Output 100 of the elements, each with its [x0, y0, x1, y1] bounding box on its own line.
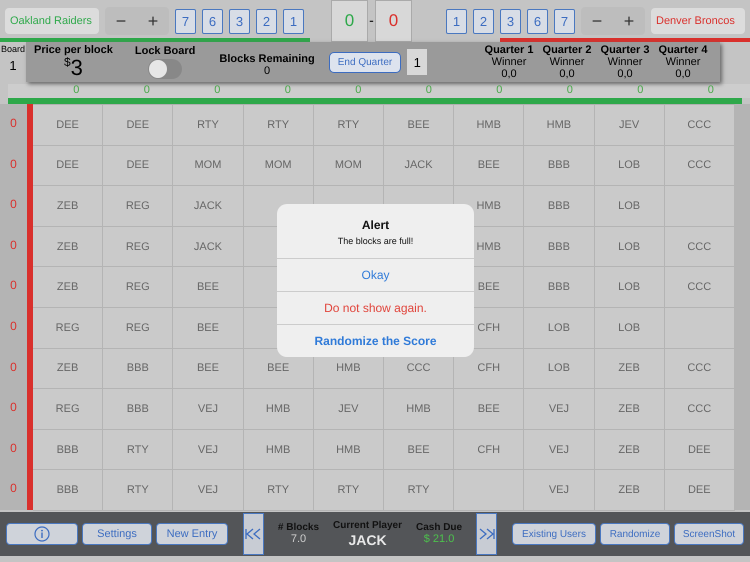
block-cell[interactable]: ZEB	[594, 430, 665, 470]
digit-button[interactable]: 6	[527, 8, 548, 34]
alert-action[interactable]: Do not show again.	[277, 291, 474, 324]
minus-button[interactable]: −	[581, 7, 613, 35]
block-cell[interactable]: REG	[33, 308, 104, 349]
block-cell[interactable]: ZEB	[594, 348, 665, 390]
block-cell[interactable]: DEE	[33, 105, 104, 146]
block-cell[interactable]: MOM	[314, 146, 384, 186]
block-cell[interactable]: BEE	[173, 308, 244, 349]
block-cell[interactable]: DEE	[103, 146, 174, 186]
block-cell[interactable]: LOB	[594, 146, 665, 186]
block-cell[interactable]: CCC	[664, 226, 735, 268]
block-cell[interactable]: BEE	[454, 389, 524, 430]
block-cell[interactable]: ZEB	[33, 348, 104, 390]
block-cell[interactable]: BEE	[384, 430, 454, 470]
block-cell[interactable]: HMB	[454, 105, 524, 146]
block-cell[interactable]: CFH	[454, 348, 524, 390]
block-cell[interactable]: CCC	[664, 389, 735, 430]
block-cell[interactable]: REG	[33, 389, 104, 430]
block-cell[interactable]: JACK	[384, 146, 454, 186]
end-quarter-button[interactable]: End Quarter	[328, 52, 402, 72]
block-cell[interactable]: BEE	[173, 348, 244, 390]
toolbar-button[interactable]: Randomize	[600, 523, 670, 545]
digit-button[interactable]: 1	[283, 8, 304, 34]
block-cell[interactable]: LOB	[524, 348, 594, 390]
info-button[interactable]	[6, 523, 78, 545]
next-button[interactable]	[476, 513, 498, 555]
block-cell[interactable]: BEE	[173, 267, 244, 308]
team-name-field[interactable]: Denver Broncos	[651, 8, 745, 34]
block-cell[interactable]: RTY	[103, 470, 174, 511]
lock-toggle[interactable]	[148, 59, 182, 80]
block-cell[interactable]: CFH	[454, 430, 524, 470]
block-cell[interactable]: CCC	[664, 348, 735, 390]
alert-action[interactable]: Okay	[277, 258, 474, 291]
digit-button[interactable]: 7	[554, 8, 575, 34]
block-cell[interactable]: BBB	[103, 348, 174, 390]
team-name-field[interactable]: Oakland Raiders	[5, 8, 99, 34]
alert-action[interactable]: Randomize the Score	[277, 324, 474, 357]
block-cell[interactable]: RTY	[244, 105, 314, 146]
block-cell[interactable]: LOB	[594, 267, 665, 308]
previous-button[interactable]	[242, 513, 264, 555]
toolbar-button[interactable]: New Entry	[156, 523, 228, 545]
block-cell[interactable]: VEJ	[524, 470, 594, 511]
block-cell[interactable]: VEJ	[524, 430, 594, 470]
block-cell[interactable]: CCC	[664, 146, 735, 186]
block-cell[interactable]: BBB	[103, 389, 174, 430]
block-cell[interactable]: BBB	[524, 146, 594, 186]
block-cell[interactable]: DEE	[664, 430, 735, 470]
digit-button[interactable]: 6	[202, 8, 223, 34]
block-cell[interactable]: RTY	[244, 470, 314, 511]
digit-button[interactable]: 7	[175, 8, 196, 34]
block-cell[interactable]: ZEB	[33, 186, 104, 227]
digit-button[interactable]: 3	[229, 8, 250, 34]
block-cell[interactable]: BBB	[524, 186, 594, 227]
block-cell[interactable]: VEJ	[173, 389, 244, 430]
block-cell[interactable]: LOB	[594, 308, 665, 349]
block-cell[interactable]: CCC	[664, 267, 735, 308]
block-cell[interactable]: BBB	[524, 226, 594, 268]
block-cell[interactable]: RTY	[384, 470, 454, 511]
block-cell[interactable]: HMB	[244, 389, 314, 430]
minus-button[interactable]: −	[105, 7, 137, 35]
block-cell[interactable]: REG	[103, 186, 174, 227]
block-cell[interactable]: JEV	[594, 105, 665, 146]
block-cell[interactable]: BEE	[384, 105, 454, 146]
score-stepper[interactable]: − +	[581, 7, 645, 35]
block-cell[interactable]: REG	[103, 267, 174, 308]
block-cell[interactable]: BBB	[33, 470, 104, 511]
block-cell[interactable]: RTY	[314, 470, 384, 511]
block-cell[interactable]: LOB	[594, 226, 665, 268]
block-cell[interactable]: DEE	[664, 470, 735, 511]
block-cell[interactable]: JACK	[173, 226, 244, 268]
block-cell[interactable]: CCC	[664, 105, 735, 146]
block-cell[interactable]: REG	[103, 226, 174, 268]
block-cell[interactable]: HMB	[384, 389, 454, 430]
digit-button[interactable]: 2	[256, 8, 277, 34]
block-cell[interactable]: RTY	[103, 430, 174, 470]
block-cell[interactable]: HMB	[314, 430, 384, 470]
block-cell[interactable]: RTY	[314, 105, 384, 146]
score-stepper[interactable]: − +	[105, 7, 169, 35]
block-cell[interactable]: LOB	[594, 186, 665, 227]
toolbar-button[interactable]: ScreenShot	[674, 523, 744, 545]
block-cell[interactable]: HMB	[524, 105, 594, 146]
block-cell[interactable]: BEE	[454, 146, 524, 186]
block-cell[interactable]: ZEB	[33, 226, 104, 268]
block-cell[interactable]: BBB	[524, 267, 594, 308]
block-cell[interactable]: MOM	[173, 146, 244, 186]
block-cell[interactable]: JACK	[173, 186, 244, 227]
toolbar-button[interactable]: Settings	[82, 523, 152, 545]
digit-button[interactable]: 3	[500, 8, 521, 34]
block-cell[interactable]: LOB	[524, 308, 594, 349]
block-cell[interactable]: VEJ	[173, 470, 244, 511]
block-cell[interactable]: MOM	[244, 146, 314, 186]
block-cell[interactable]: HMB	[244, 430, 314, 470]
block-cell[interactable]: JEV	[314, 389, 384, 430]
block-cell[interactable]: ZEB	[594, 470, 665, 511]
block-cell[interactable]: VEJ	[173, 430, 244, 470]
block-cell[interactable]: BBB	[33, 430, 104, 470]
block-cell[interactable]: RTY	[173, 105, 244, 146]
block-cell[interactable]: REG	[103, 308, 174, 349]
block-cell[interactable]: VEJ	[524, 389, 594, 430]
